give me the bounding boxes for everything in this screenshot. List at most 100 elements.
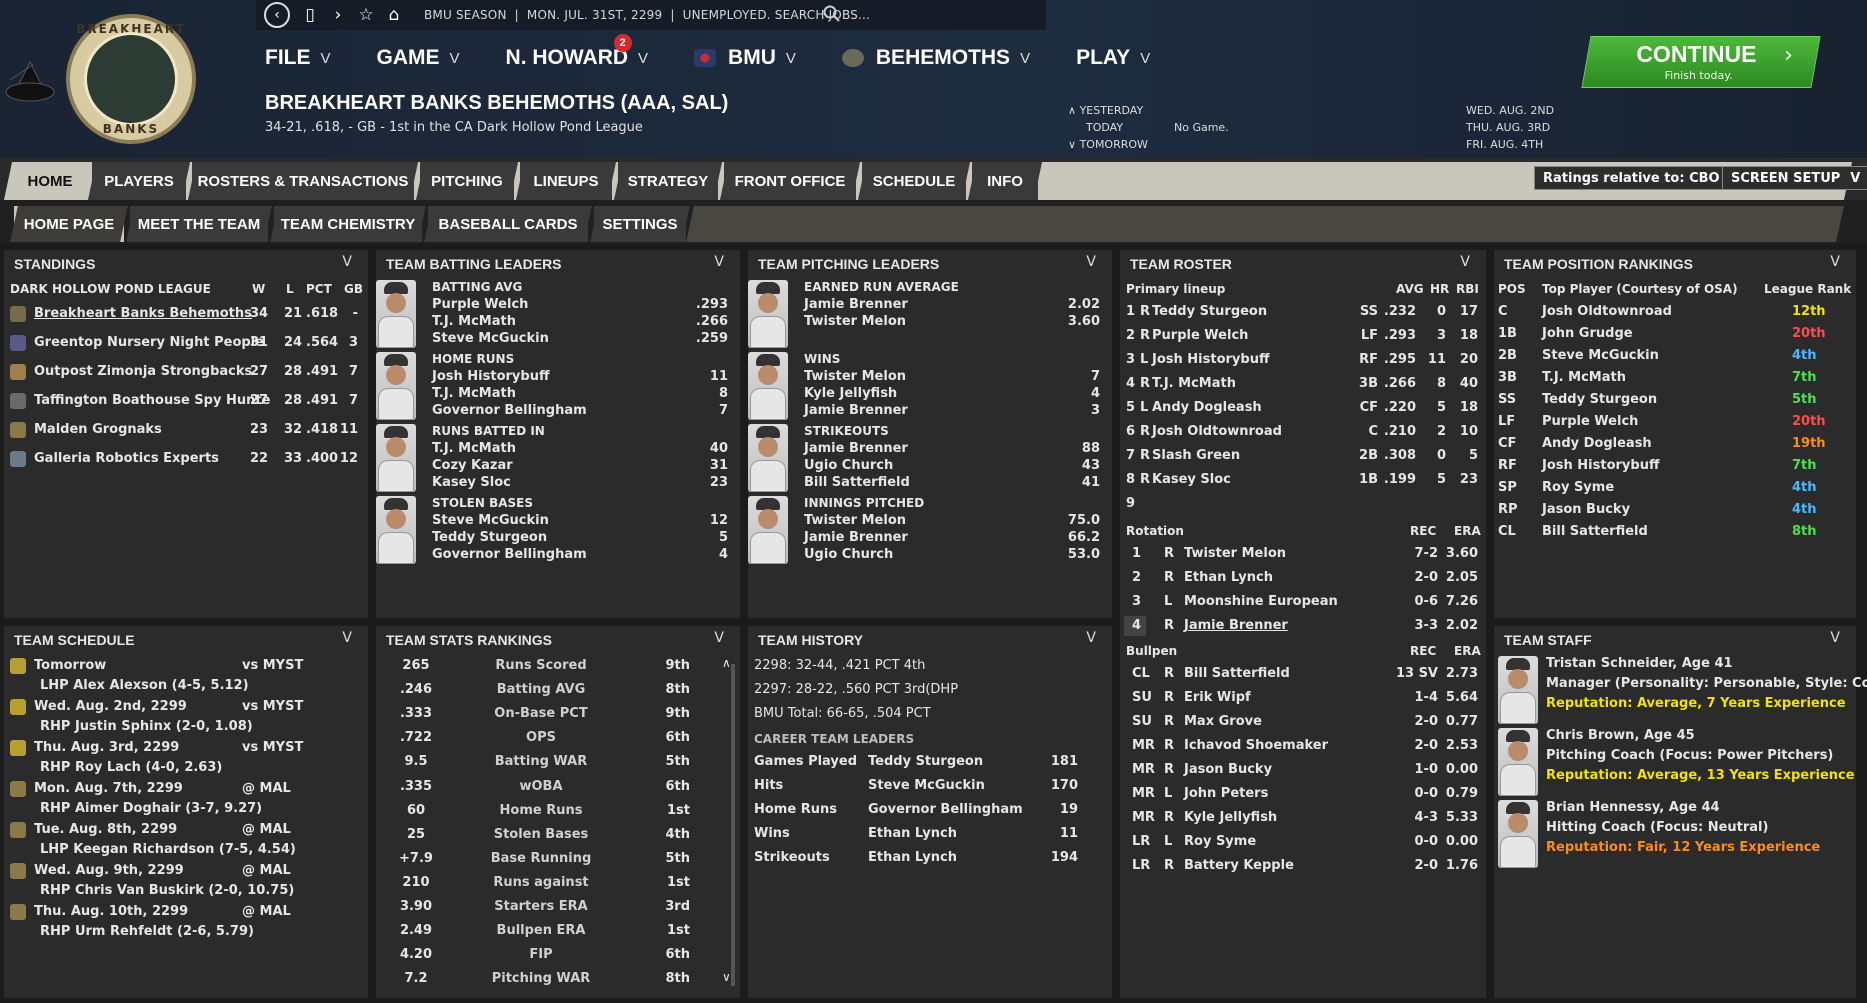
probable-pitcher[interactable]: RHP Roy Lach (4-0, 2.63)	[40, 760, 222, 775]
tab-players[interactable]: PLAYERS	[87, 162, 191, 200]
tab-strategy[interactable]: STRATEGY	[613, 162, 723, 200]
player-photo[interactable]	[376, 352, 416, 420]
standings-team-name[interactable]: Breakheart Banks Behemoths	[34, 306, 252, 321]
position-player[interactable]: Josh Oldtownroad	[1542, 304, 1672, 319]
probable-pitcher[interactable]: RHP Urm Rehfeldt (2-6, 5.79)	[40, 924, 254, 939]
bullpen-pitcher[interactable]: John Peters	[1184, 786, 1268, 801]
leader-name[interactable]: Cozy Kazar	[432, 458, 513, 473]
chevron-down-icon[interactable]: V	[1460, 254, 1470, 270]
schedule-date[interactable]: Wed. Aug. 9th, 2299	[34, 863, 184, 878]
standings-team-name[interactable]: Galleria Robotics Experts	[34, 451, 219, 466]
continue-button[interactable]: CONTINUE Finish today. ›	[1581, 36, 1821, 88]
career-player[interactable]: Ethan Lynch	[868, 850, 957, 865]
player-photo[interactable]	[1498, 656, 1538, 724]
subtab-team-chemistry[interactable]: TEAM CHEMISTRY	[270, 206, 426, 242]
probable-pitcher[interactable]: LHP Alex Alexson (4-5, 5.12)	[40, 678, 249, 693]
team-name[interactable]: BREAKHEART BANKS BEHEMOTHS (AAA, SAL)	[265, 92, 728, 115]
career-player[interactable]: Governor Bellingham	[868, 802, 1023, 817]
menu-league[interactable]: BMU V	[694, 46, 796, 70]
leader-name[interactable]: Governor Bellingham	[432, 547, 587, 562]
bullpen-pitcher[interactable]: Battery Kepple	[1184, 858, 1294, 873]
page-icon[interactable]: ▯	[296, 5, 324, 25]
lineup-player[interactable]: Josh Oldtownroad	[1152, 424, 1282, 439]
schedule-opponent[interactable]: vs MYST	[242, 740, 303, 755]
schedule-date[interactable]: Tue. Aug. 8th, 2299	[34, 822, 177, 837]
leader-name[interactable]: Kyle Jellyfish	[804, 386, 897, 401]
scroll-up-icon[interactable]: ∧	[722, 656, 731, 670]
leader-name[interactable]: Jamie Brenner	[804, 441, 908, 456]
leader-name[interactable]: Twister Melon	[804, 513, 906, 528]
up-arrow-icon[interactable]: ∧	[1068, 104, 1080, 117]
player-photo[interactable]	[748, 352, 788, 420]
bullpen-pitcher[interactable]: Roy Syme	[1184, 834, 1256, 849]
tab-lineups[interactable]: LINEUPS	[515, 162, 617, 200]
career-player[interactable]: Ethan Lynch	[868, 826, 957, 841]
lineup-player[interactable]: T.J. McMath	[1152, 376, 1236, 391]
leader-name[interactable]: Twister Melon	[804, 369, 906, 384]
schedule-opponent[interactable]: @ MAL	[242, 822, 291, 837]
position-player[interactable]: Andy Dogleash	[1542, 436, 1652, 451]
player-photo[interactable]	[1498, 728, 1538, 796]
crumb-season[interactable]: BMU SEASON	[424, 8, 507, 22]
bullpen-pitcher[interactable]: Ichavod Shoemaker	[1184, 738, 1328, 753]
forward-icon[interactable]: ›	[324, 5, 352, 25]
schedule-date[interactable]: Mon. Aug. 7th, 2299	[34, 781, 183, 796]
chevron-down-icon[interactable]: V	[342, 630, 352, 646]
leader-name[interactable]: Bill Satterfield	[804, 475, 910, 490]
probable-pitcher[interactable]: LHP Keegan Richardson (7-5, 4.54)	[40, 842, 296, 857]
bullpen-pitcher[interactable]: Erik Wipf	[1184, 690, 1251, 705]
standings-team-name[interactable]: Outpost Zimonja Strongbacks	[34, 364, 252, 379]
rotation-pitcher[interactable]: Moonshine European	[1184, 594, 1338, 609]
leader-name[interactable]: Steve McGuckin	[432, 331, 549, 346]
leader-name[interactable]: Kasey Sloc	[432, 475, 511, 490]
leader-name[interactable]: T.J. McMath	[432, 441, 516, 456]
staff-name[interactable]: Tristan Schneider, Age 41	[1546, 656, 1733, 671]
schedule-opponent[interactable]: @ MAL	[242, 863, 291, 878]
menu-manager[interactable]: N. HOWARD 2 V	[506, 34, 648, 70]
stats-scrollbar[interactable]	[731, 664, 735, 986]
schedule-opponent[interactable]: @ MAL	[242, 904, 291, 919]
leader-name[interactable]: Teddy Sturgeon	[432, 530, 547, 545]
standings-team-name[interactable]: Malden Grognaks	[34, 422, 162, 437]
tab-home[interactable]: HOME	[9, 162, 91, 200]
schedule-date[interactable]: Wed. Aug. 2nd, 2299	[34, 699, 187, 714]
rotation-pitcher[interactable]: Ethan Lynch	[1184, 570, 1273, 585]
position-player[interactable]: Roy Syme	[1542, 480, 1614, 495]
tab-info[interactable]: INFO	[967, 162, 1043, 200]
tab-rosters[interactable]: ROSTERS & TRANSACTIONS	[187, 162, 419, 200]
search-icon[interactable]	[822, 4, 842, 24]
position-player[interactable]: T.J. McMath	[1542, 370, 1626, 385]
lineup-player[interactable]: Purple Welch	[1152, 328, 1248, 343]
yesterday-label[interactable]: YESTERDAY	[1080, 104, 1144, 117]
chevron-down-icon[interactable]: V	[342, 254, 352, 270]
subtab-baseball-cards[interactable]: BASEBALL CARDS	[424, 206, 592, 242]
leader-name[interactable]: Jamie Brenner	[804, 297, 908, 312]
bullpen-pitcher[interactable]: Bill Satterfield	[1184, 666, 1290, 681]
bullpen-pitcher[interactable]: Jason Bucky	[1184, 762, 1272, 777]
witch-hat-icon[interactable]	[4, 60, 56, 106]
position-player[interactable]: John Grudge	[1542, 326, 1633, 341]
schedule-opponent[interactable]: @ MAL	[242, 781, 291, 796]
subtab-home-page[interactable]: HOME PAGE	[10, 206, 128, 242]
lineup-player[interactable]: Kasey Sloc	[1152, 472, 1231, 487]
leader-name[interactable]: Governor Bellingham	[432, 403, 587, 418]
position-player[interactable]: Bill Satterfield	[1542, 524, 1648, 539]
lineup-player[interactable]: Teddy Sturgeon	[1152, 304, 1267, 319]
lineup-player[interactable]: Slash Green	[1152, 448, 1240, 463]
back-icon[interactable]: ‹	[264, 2, 290, 28]
player-photo[interactable]	[376, 424, 416, 492]
menu-play[interactable]: PLAY V	[1076, 46, 1150, 70]
position-player[interactable]: Teddy Sturgeon	[1542, 392, 1657, 407]
lineup-player[interactable]: Andy Dogleash	[1152, 400, 1262, 415]
menu-file[interactable]: FILE V	[265, 46, 331, 70]
player-photo[interactable]	[1498, 800, 1538, 868]
subtab-meet-the-team[interactable]: MEET THE TEAM	[126, 206, 272, 242]
player-photo[interactable]	[748, 280, 788, 348]
leader-name[interactable]: Jamie Brenner	[804, 403, 908, 418]
bullpen-pitcher[interactable]: Max Grove	[1184, 714, 1262, 729]
chevron-down-icon[interactable]: V	[1830, 254, 1840, 270]
leader-name[interactable]: Josh Historybuff	[432, 369, 549, 384]
standings-team-name[interactable]: Greentop Nursery Night People	[34, 335, 264, 350]
menu-game[interactable]: GAME V	[377, 46, 460, 70]
staff-name[interactable]: Chris Brown, Age 45	[1546, 728, 1695, 743]
